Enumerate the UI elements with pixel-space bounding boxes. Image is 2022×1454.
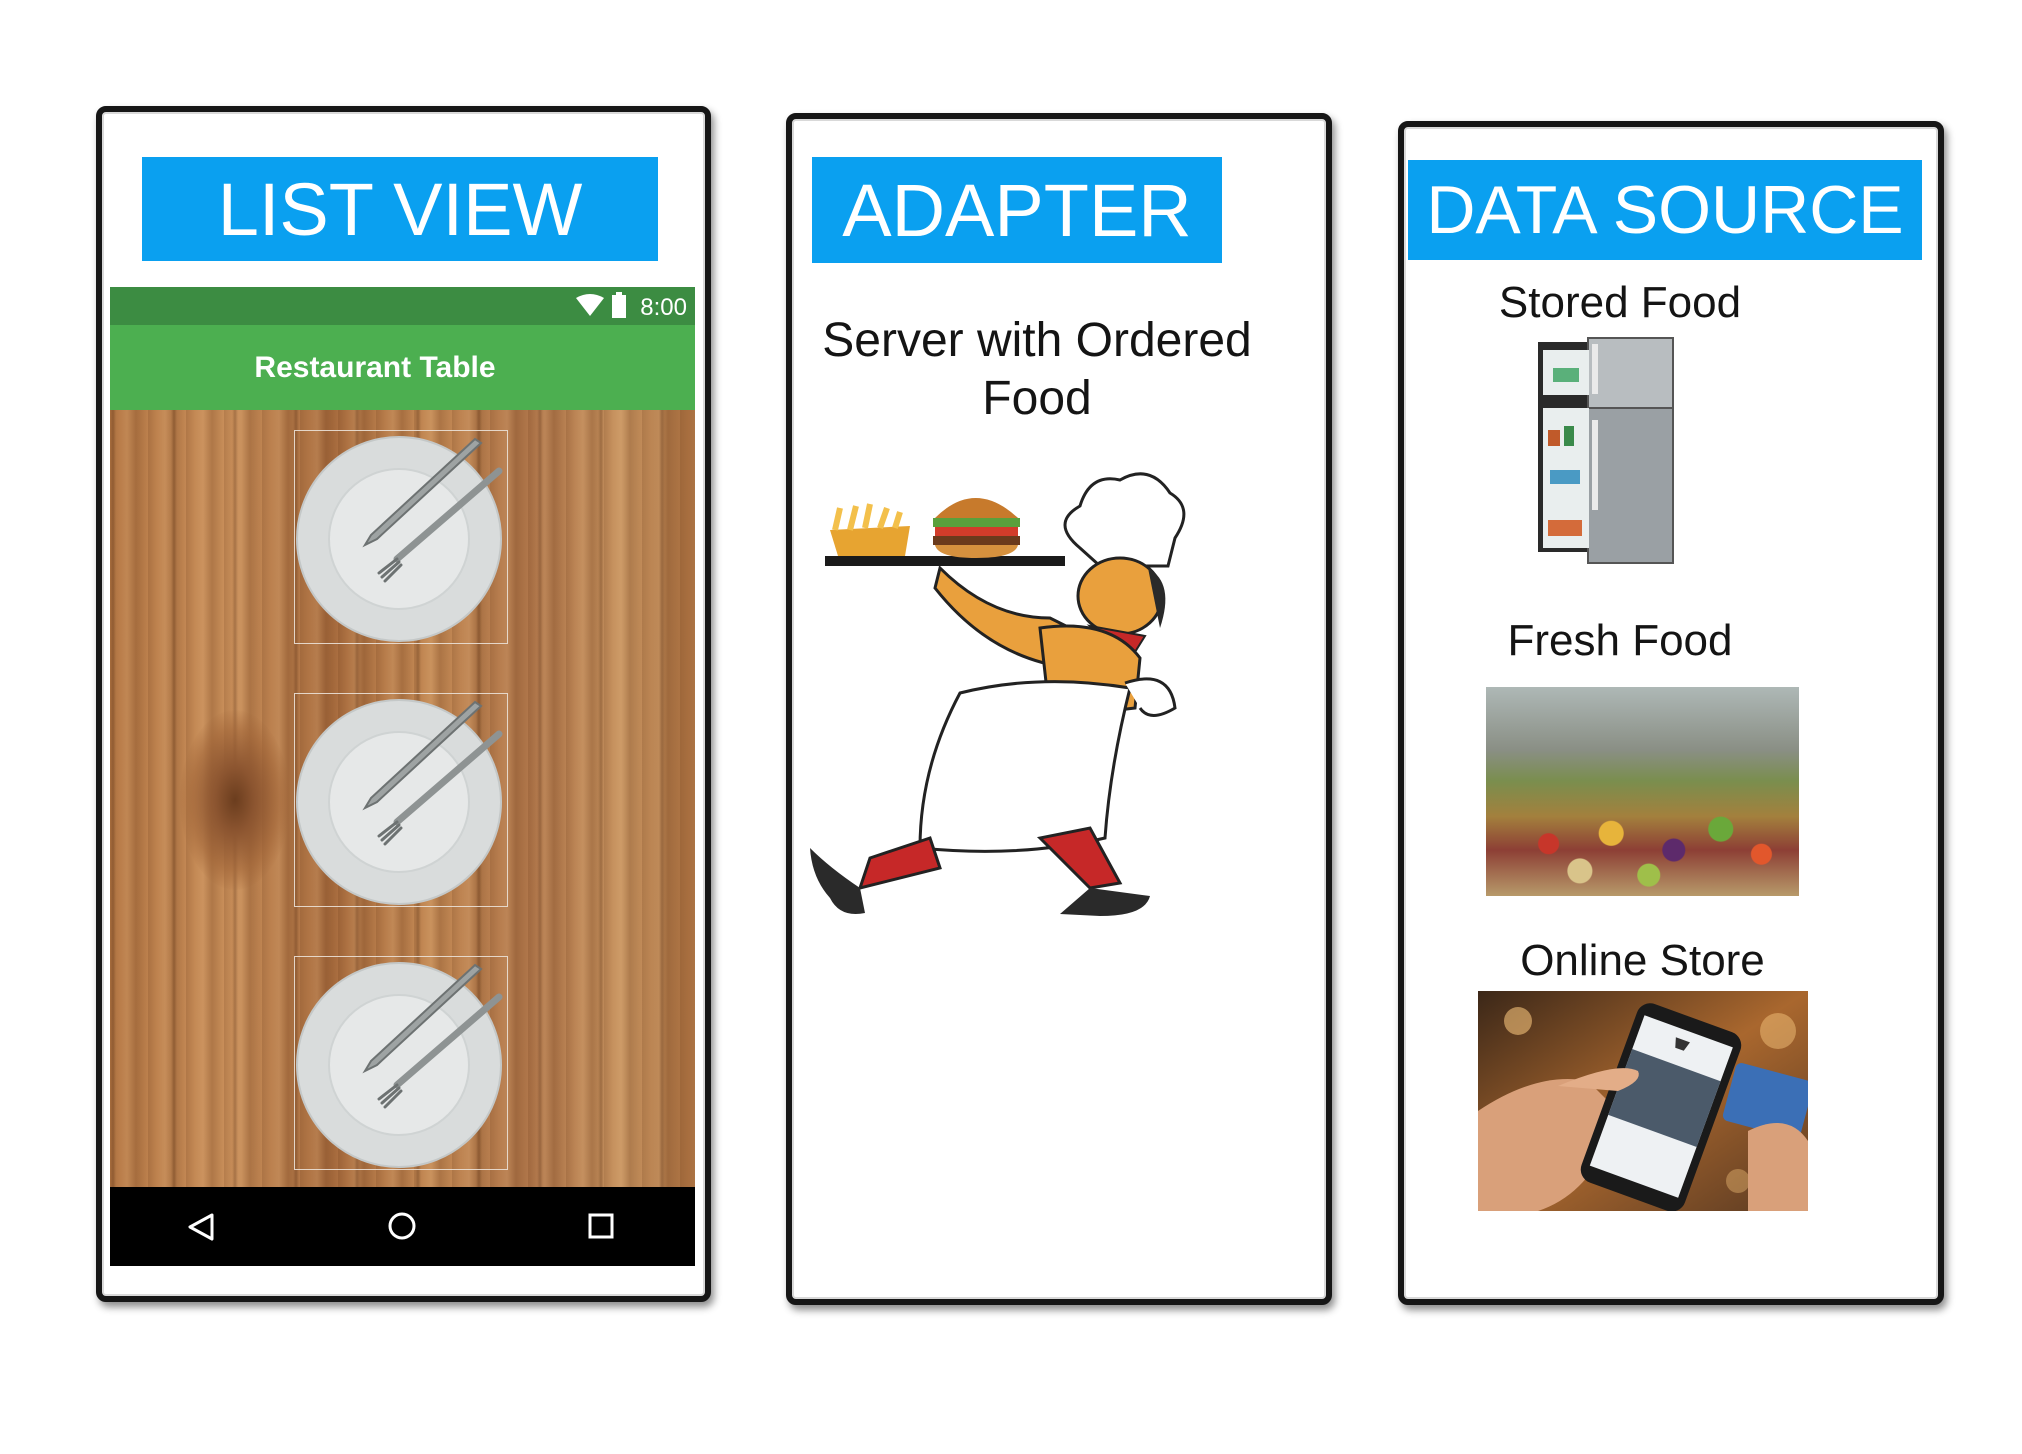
adapter-heading: ADAPTER <box>812 157 1222 263</box>
online-store-photo <box>1478 991 1808 1211</box>
battery-icon <box>612 292 626 318</box>
app-title: Restaurant Table <box>254 351 496 384</box>
list-view-heading: LIST VIEW <box>142 157 658 261</box>
app-bar: Restaurant Table <box>110 325 695 410</box>
fresh-food-photo <box>1486 687 1799 896</box>
refrigerator-icon <box>1538 337 1674 564</box>
list-item[interactable] <box>294 956 508 1170</box>
online-store-label: Online Store <box>1520 936 1765 985</box>
back-icon[interactable] <box>186 1212 216 1242</box>
plate-with-cutlery-icon <box>296 962 503 1168</box>
recents-icon[interactable] <box>587 1212 615 1240</box>
wood-table-background <box>110 410 695 1187</box>
wood-knot <box>180 710 290 890</box>
plate-with-cutlery-icon <box>296 699 503 905</box>
burger-icon <box>933 498 1020 558</box>
status-bar: 8:00 <box>110 287 695 325</box>
data-source-heading: DATA SOURCE <box>1408 160 1922 260</box>
fresh-food-label: Fresh Food <box>1507 616 1733 665</box>
adapter-caption: Server with Ordered Food <box>822 314 1252 425</box>
stored-food-label: Stored Food <box>1498 278 1742 327</box>
phone-screen: 8:00 Restaurant Table <box>110 287 695 1266</box>
fries-icon <box>830 526 910 556</box>
nav-bar <box>110 1187 695 1266</box>
wifi-icon <box>576 294 604 316</box>
plate-with-cutlery-icon <box>296 436 503 642</box>
chef-server-illustration <box>810 472 1186 916</box>
list-item[interactable] <box>294 430 508 644</box>
list-item[interactable] <box>294 693 508 907</box>
home-icon[interactable] <box>387 1211 417 1241</box>
status-time: 8:00 <box>640 294 687 321</box>
